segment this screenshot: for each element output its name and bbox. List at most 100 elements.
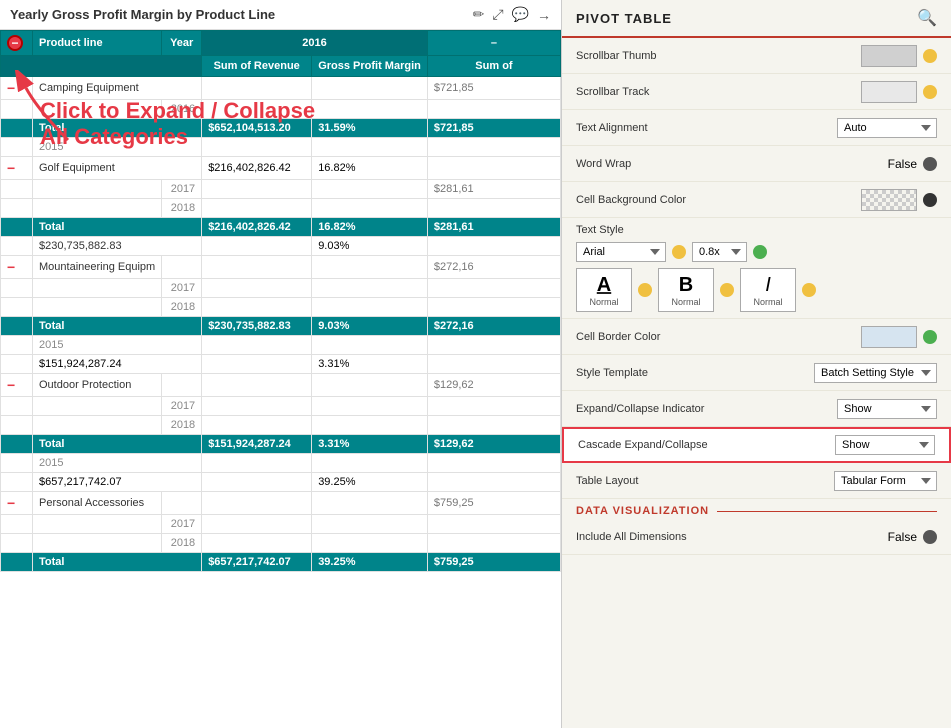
- text-alignment-row: Text Alignment Auto Left Center Right: [562, 110, 951, 146]
- table-row: 2017: [1, 279, 561, 298]
- accessories-total-row: Total $657,217,742.07 39.25% $759,25: [1, 553, 561, 572]
- cell-border-color-label: Cell Border Color: [576, 331, 736, 343]
- table-layout-label: Table Layout: [576, 475, 736, 487]
- cell-bg-color-row: Cell Background Color: [562, 182, 951, 218]
- category-outdoor: Outdoor Protection: [33, 374, 162, 397]
- font-dot[interactable]: [672, 245, 686, 259]
- scrollbar-track-color[interactable]: [861, 81, 917, 103]
- cascade-expand-row: Cascade Expand/Collapse Show Hide: [562, 427, 951, 463]
- table-row: 2015: [1, 454, 561, 473]
- minus-cell[interactable]: −: [1, 374, 33, 397]
- sum-header: Sum of: [427, 56, 560, 77]
- text-alignment-value: Auto Left Center Right: [837, 118, 937, 138]
- expand-icon[interactable]: ⤢: [492, 6, 503, 23]
- underline-label: Normal: [589, 297, 618, 307]
- style-template-select[interactable]: Batch Setting Style Default: [814, 363, 937, 383]
- left-panel: Yearly Gross Profit Margin by Product Li…: [0, 0, 562, 728]
- expand-indicator-select[interactable]: Show Hide: [837, 399, 937, 419]
- cell-bg-color-label: Cell Background Color: [576, 194, 736, 206]
- arrow-right-icon[interactable]: →: [537, 7, 551, 23]
- italic-button[interactable]: I Normal: [740, 268, 796, 312]
- minus-cell[interactable]: −: [1, 157, 33, 180]
- expand-indicator-value: Show Hide: [837, 399, 937, 419]
- cell-border-color-swatch[interactable]: [861, 326, 917, 348]
- table-row: 2017: [1, 515, 561, 534]
- include-all-dimensions-label: Include All Dimensions: [576, 531, 736, 543]
- cell-bg-color-value: [861, 189, 937, 211]
- scrollbar-track-row: Scrollbar Track: [562, 74, 951, 110]
- scrollbar-track-value: [861, 81, 937, 103]
- style-buttons-row: A Normal B Normal I Normal: [576, 268, 937, 312]
- product-line-header: Product line: [33, 31, 162, 56]
- search-icon[interactable]: 🔍: [917, 8, 937, 28]
- dash-header-1: –: [427, 31, 560, 56]
- cell-bg-color-swatch[interactable]: [861, 189, 917, 211]
- table-row: 2018: [1, 534, 561, 553]
- table-row: 2018: [1, 416, 561, 435]
- chart-title: Yearly Gross Profit Margin by Product Li…: [10, 7, 275, 22]
- outdoor-total-row: Total $151,924,287.24 3.31% $129,62: [1, 435, 561, 454]
- expand-collapse-button[interactable]: −: [7, 35, 23, 51]
- category-golf: Golf Equipment: [33, 157, 202, 180]
- year-2016-header: 2016: [202, 31, 428, 56]
- style-template-row: Style Template Batch Setting Style Defau…: [562, 355, 951, 391]
- chart-title-bar: Yearly Gross Profit Margin by Product Li…: [0, 0, 561, 30]
- golf-total-row: Total $216,402,826.42 16.82% $281,61: [1, 218, 561, 237]
- cell-bg-color-dot[interactable]: [923, 193, 937, 207]
- word-wrap-dot[interactable]: [923, 157, 937, 171]
- style-template-label: Style Template: [576, 367, 736, 379]
- table-row: $151,924,287.24 3.31%: [1, 355, 561, 374]
- cell-border-color-row: Cell Border Color: [562, 319, 951, 355]
- table-row: 2018: [1, 298, 561, 317]
- text-style-label: Text Style: [576, 224, 937, 236]
- comment-icon[interactable]: 💬: [512, 6, 529, 23]
- scrollbar-track-label: Scrollbar Track: [576, 86, 736, 98]
- cell-border-color-value: [861, 326, 937, 348]
- table-row: 2015: [1, 336, 561, 355]
- text-alignment-label: Text Alignment: [576, 122, 736, 134]
- expand-all-header[interactable]: −: [1, 31, 33, 56]
- table-layout-row: Table Layout Tabular Form Compact Form O…: [562, 463, 951, 499]
- mountain-total-row: Total $230,735,882.83 9.03% $272,16: [1, 317, 561, 336]
- category-accessories: Personal Accessories: [33, 492, 162, 515]
- style-template-value: Batch Setting Style Default: [814, 363, 937, 383]
- scrollbar-track-dot[interactable]: [923, 85, 937, 99]
- minus-cell[interactable]: −: [1, 492, 33, 515]
- scrollbar-thumb-color[interactable]: [861, 45, 917, 67]
- arrow-svg: [8, 70, 88, 150]
- include-all-dot[interactable]: [923, 530, 937, 544]
- text-alignment-select[interactable]: Auto Left Center Right: [837, 118, 937, 138]
- font-select[interactable]: Arial Times New Roman Courier New: [576, 242, 666, 262]
- bold-button[interactable]: B Normal: [658, 268, 714, 312]
- underline-button[interactable]: A Normal: [576, 268, 632, 312]
- cell-border-color-dot[interactable]: [923, 330, 937, 344]
- cascade-expand-select[interactable]: Show Hide: [835, 435, 935, 455]
- size-dot[interactable]: [753, 245, 767, 259]
- table-row: 2018: [1, 199, 561, 218]
- scrollbar-thumb-dot[interactable]: [923, 49, 937, 63]
- section-divider-line: [717, 511, 937, 512]
- bold-dot[interactable]: [720, 283, 734, 297]
- table-layout-value: Tabular Form Compact Form Outline Form: [834, 471, 937, 491]
- year-header: Year: [162, 31, 202, 56]
- expand-indicator-label: Expand/Collapse Indicator: [576, 403, 736, 415]
- size-select[interactable]: 0.8x 1.0x 1.2x: [692, 242, 747, 262]
- cascade-expand-label: Cascade Expand/Collapse: [578, 439, 738, 451]
- revenue-header: Sum of Revenue: [202, 56, 312, 77]
- font-row: Arial Times New Roman Courier New 0.8x 1…: [576, 242, 937, 262]
- panel-header: PIVOT TABLE 🔍: [562, 0, 951, 38]
- word-wrap-value: False: [888, 157, 937, 171]
- text-style-section: Text Style Arial Times New Roman Courier…: [562, 218, 951, 319]
- table-row: $657,217,742.07 39.25%: [1, 473, 561, 492]
- table-row: $230,735,882.83 9.03%: [1, 237, 561, 256]
- edit-icon[interactable]: ✏: [473, 6, 485, 23]
- italic-label: Normal: [753, 297, 782, 307]
- data-visualization-label: DATA VISUALIZATION: [576, 505, 709, 517]
- minus-cell[interactable]: −: [1, 256, 33, 279]
- underline-dot[interactable]: [638, 283, 652, 297]
- table-layout-select[interactable]: Tabular Form Compact Form Outline Form: [834, 471, 937, 491]
- scrollbar-thumb-label: Scrollbar Thumb: [576, 50, 736, 62]
- word-wrap-label: Word Wrap: [576, 158, 736, 170]
- italic-dot[interactable]: [802, 283, 816, 297]
- right-panel: PIVOT TABLE 🔍 Scrollbar Thumb Scrollbar …: [562, 0, 951, 728]
